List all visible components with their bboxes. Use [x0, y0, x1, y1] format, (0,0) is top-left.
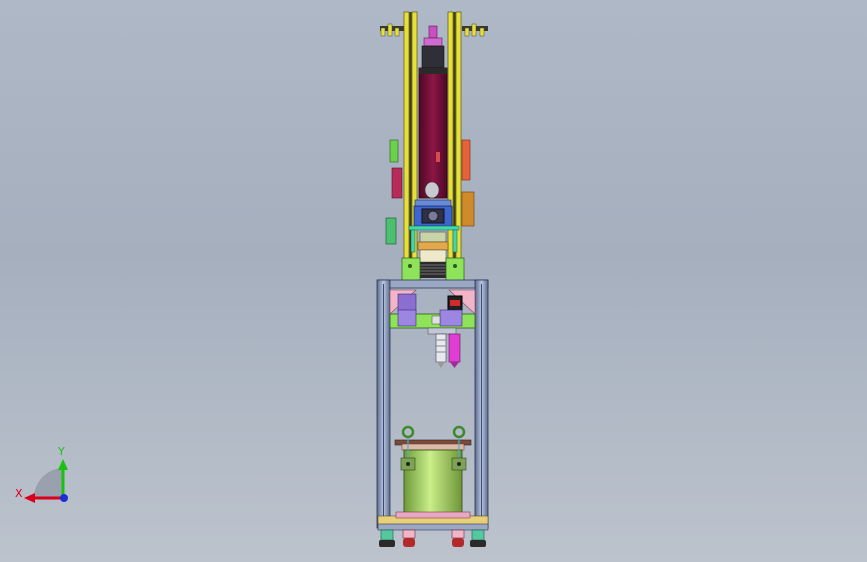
- lower-frame: [376, 279, 489, 547]
- caster-2: [402, 529, 416, 547]
- right-inner-rail: [447, 11, 454, 275]
- nozzle-housing: [419, 249, 447, 263]
- left-outer-rail: [403, 11, 410, 275]
- cylinder-head: [421, 45, 445, 69]
- top-right-clamp: [462, 23, 488, 37]
- side-bracket-left: [391, 167, 403, 199]
- caster-3: [451, 529, 465, 547]
- side-bracket-right: [461, 191, 475, 227]
- z-axis-dot: [60, 494, 68, 502]
- heatsink-fins: [420, 262, 446, 278]
- caster-4: [470, 529, 486, 547]
- main-air-cylinder: [418, 67, 448, 199]
- side-valve-left: [385, 217, 397, 245]
- frame-top-crossbar: [377, 279, 489, 289]
- top-left-clamp: [380, 23, 404, 37]
- dispense-valve-left: [435, 333, 447, 368]
- side-green-plate-left: [389, 139, 399, 163]
- upper-guide-assembly: [380, 11, 488, 287]
- caster-1: [379, 529, 395, 547]
- triad-plane-indicator: [33, 468, 62, 498]
- coordinate-triad: Y X: [15, 445, 68, 503]
- y-axis-label: Y: [57, 445, 65, 458]
- cad-viewport[interactable]: Y X: [0, 0, 867, 562]
- side-orange-plate-right: [461, 139, 471, 181]
- cad-model-view: Y X: [15, 11, 489, 547]
- dispense-valve-right: [448, 333, 461, 368]
- cylinder-port: [424, 181, 440, 199]
- rod-cap: [428, 25, 438, 39]
- material-tank: [394, 425, 472, 523]
- x-axis-label: X: [15, 487, 23, 500]
